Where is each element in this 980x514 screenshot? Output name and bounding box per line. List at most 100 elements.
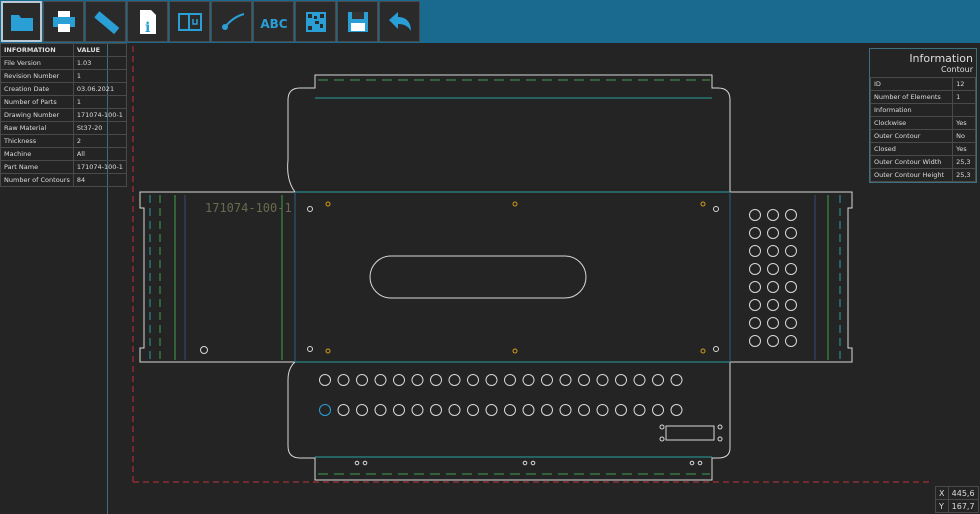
hole — [374, 404, 387, 416]
x-value: 445,6 — [947, 486, 980, 500]
value-cell: 12 — [952, 77, 976, 91]
hole — [713, 346, 719, 352]
hole — [337, 374, 350, 386]
label-cell: Outer Contour — [869, 129, 954, 143]
hole — [670, 374, 683, 386]
hole — [467, 374, 479, 386]
table-row[interactable]: Outer Contour No — [869, 129, 976, 143]
contour-info-panel: Information Contour ID 12 Number of Elemen… — [869, 48, 977, 183]
hole — [659, 424, 665, 430]
hole — [767, 227, 779, 239]
table-row[interactable]: Outer Contour Height 25,3 — [869, 168, 976, 182]
value-cell: 25,3 — [952, 155, 976, 169]
hole — [767, 281, 779, 293]
hole — [485, 404, 498, 416]
table-row[interactable]: Outer Contour Width 25,3 — [869, 155, 976, 169]
rect-cutout — [665, 425, 715, 441]
hole — [767, 317, 779, 329]
hole — [430, 404, 442, 416]
table-row[interactable]: Information — [869, 103, 976, 117]
value-cell — [952, 103, 976, 117]
hole — [785, 281, 797, 293]
marker — [700, 201, 706, 207]
hole — [337, 404, 350, 416]
hole — [615, 374, 627, 386]
hole — [785, 245, 797, 257]
hole — [767, 299, 779, 311]
marker — [325, 201, 331, 207]
hole — [307, 206, 313, 212]
hole — [319, 374, 331, 386]
hole — [633, 374, 646, 386]
hole — [448, 374, 461, 386]
hole — [374, 374, 387, 386]
label-cell: Information — [869, 103, 954, 117]
marker — [512, 201, 518, 207]
hole — [485, 374, 498, 386]
hole — [541, 374, 553, 386]
hole — [504, 404, 516, 416]
panel-title: Information — [909, 52, 973, 65]
hole — [393, 404, 405, 416]
contour-info-table: ID 12 Number of Elements 1 Information Clockw… — [869, 77, 976, 182]
panel-subtitle: Contour — [941, 65, 973, 74]
label-cell: Outer Contour Width — [869, 155, 954, 169]
hole — [362, 460, 368, 466]
hole — [767, 263, 779, 275]
hole — [749, 227, 761, 239]
hole — [767, 245, 779, 257]
marker — [512, 348, 518, 354]
hole — [596, 374, 609, 386]
value-cell: Yes — [952, 116, 976, 130]
hole — [411, 404, 424, 416]
part-label: 171074-100-1 — [205, 201, 292, 215]
hole — [767, 335, 779, 347]
label-cell: ID — [869, 77, 954, 91]
coordinate-readout: X 445,6 Y 167,7 — [935, 486, 980, 513]
hole — [785, 263, 797, 275]
table-row[interactable]: Clockwise Yes — [869, 116, 976, 130]
hole — [717, 424, 723, 430]
hole — [448, 404, 461, 416]
hole — [697, 460, 703, 466]
hole — [785, 209, 797, 221]
hole — [541, 404, 553, 416]
hole — [767, 209, 779, 221]
hole — [633, 404, 646, 416]
x-label: X — [935, 486, 949, 500]
table-row[interactable]: ID 12 — [869, 77, 976, 91]
hole — [749, 299, 761, 311]
hole — [356, 404, 368, 416]
hole — [522, 374, 535, 386]
marker — [700, 348, 706, 354]
hole — [596, 404, 609, 416]
hole — [749, 317, 761, 329]
table-row[interactable]: Number of Elements 1 — [869, 90, 976, 104]
hole — [467, 404, 479, 416]
hole — [615, 404, 627, 416]
hole — [393, 374, 405, 386]
value-cell: Yes — [952, 142, 976, 156]
hole — [356, 374, 368, 386]
hole — [307, 346, 313, 352]
table-row[interactable]: Closed Yes — [869, 142, 976, 156]
hole — [713, 206, 719, 212]
hole — [652, 404, 664, 416]
hole — [670, 404, 683, 416]
cad-drawing-canvas[interactable]: 171074-100-1 — [0, 0, 980, 514]
hole — [530, 460, 536, 466]
hole — [200, 346, 208, 354]
part-outline — [139, 74, 853, 481]
hole — [578, 404, 590, 416]
hole — [749, 209, 761, 221]
slot-cutout — [369, 255, 587, 299]
label-cell: Clockwise — [869, 116, 954, 130]
hole — [659, 436, 665, 442]
hole — [785, 335, 797, 347]
hole — [689, 460, 695, 466]
hole — [578, 374, 590, 386]
value-cell: No — [952, 129, 976, 143]
value-cell: 1 — [952, 90, 976, 104]
hole — [749, 263, 761, 275]
hole — [717, 436, 723, 442]
